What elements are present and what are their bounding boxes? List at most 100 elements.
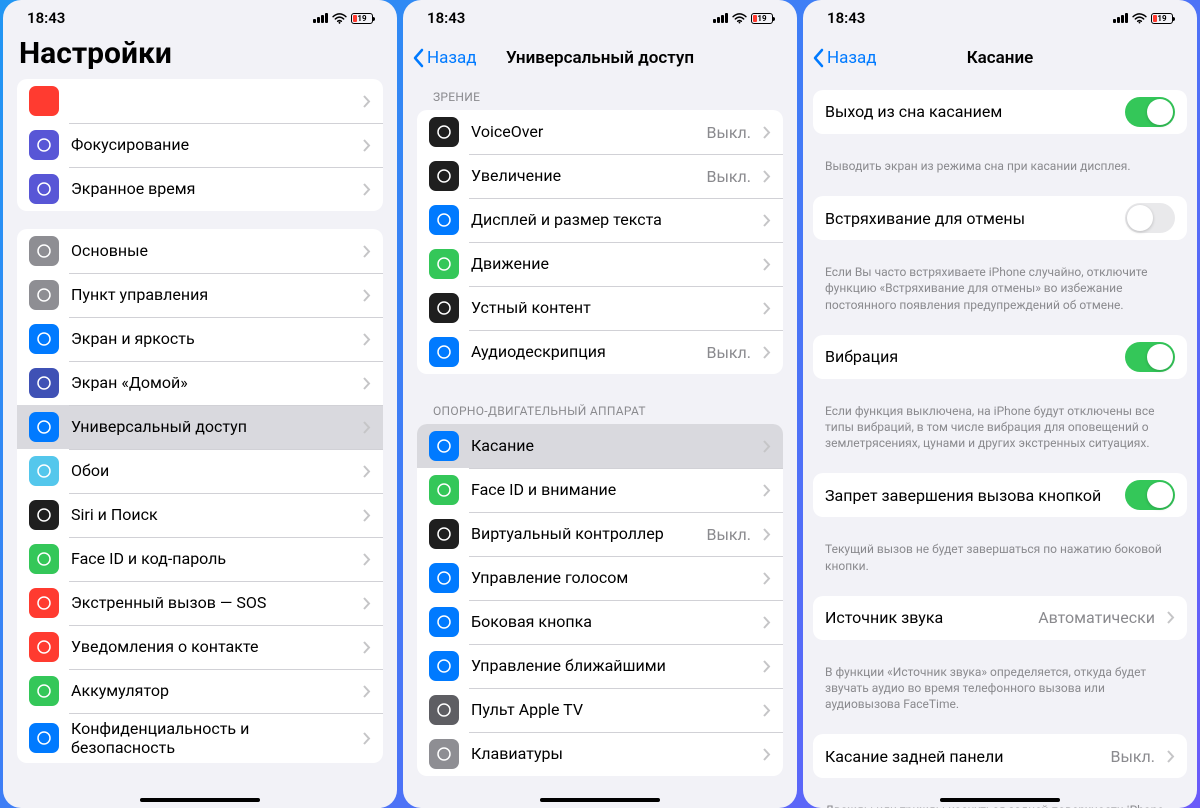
row-icon: [29, 544, 59, 574]
row-face-id-и-внимание[interactable]: Face ID и внимание: [417, 468, 783, 512]
row-value: Выкл.: [706, 123, 751, 142]
chevron-icon: [763, 440, 771, 453]
row-устный-контент[interactable]: Устный контент: [417, 286, 783, 330]
row-универсальный-доступ[interactable]: Универсальный доступ: [17, 405, 383, 449]
row-icon: [29, 632, 59, 662]
row-icon: [429, 607, 459, 637]
row-пункт-управления[interactable]: Пункт управления: [17, 273, 383, 317]
row-виртуальный-контроллер[interactable]: Виртуальный контроллерВыкл.: [417, 512, 783, 556]
row-label: Конфиденциальность и безопасность: [71, 719, 351, 757]
row-управление-голосом[interactable]: Управление голосом: [417, 556, 783, 600]
chevron-icon: [763, 528, 771, 541]
row-label: Аудиодескрипция: [471, 342, 694, 361]
row-icon: [429, 475, 459, 505]
row-label: Основные: [71, 241, 351, 260]
chevron-left-icon: [413, 48, 425, 68]
row-label: Пункт управления: [71, 285, 351, 304]
touch-list[interactable]: Выход из сна касанием Выводить экран из …: [803, 80, 1197, 808]
row-face-id-и-код-пароль[interactable]: Face ID и код-пароль: [17, 537, 383, 581]
chevron-icon: [1167, 611, 1175, 624]
row-icon: [429, 249, 459, 279]
chevron-icon: [363, 421, 371, 434]
status-right: 19: [713, 13, 773, 24]
chevron-icon: [763, 126, 771, 139]
row-label: VoiceOver: [471, 122, 694, 141]
row-уведомления-о-контакте[interactable]: Уведомления о контакте: [17, 625, 383, 669]
group-vision: VoiceOver Выкл. УвеличениеВыкл.Дисплей и р…: [417, 110, 783, 374]
home-indicator[interactable]: [940, 798, 1060, 802]
chevron-icon: [363, 641, 371, 654]
row-конфиденциальность-и-безопасность[interactable]: Конфиденциальность и безопасность: [17, 713, 383, 763]
toggle-wake[interactable]: [1125, 97, 1175, 127]
row-label: Боковая кнопка: [471, 612, 751, 631]
chevron-icon: [363, 732, 371, 745]
row-экран-домой-[interactable]: Экран «Домой»: [17, 361, 383, 405]
home-indicator[interactable]: [540, 798, 660, 802]
back-button[interactable]: Назад: [813, 48, 877, 68]
phone-settings: 18:43 19 Настройки ФокусированиеЭкранное…: [3, 0, 397, 808]
row-управление-ближайшими[interactable]: Управление ближайшими: [417, 644, 783, 688]
footer-prevent-lock: Текущий вызов не будет завершаться по на…: [803, 535, 1197, 573]
row-увеличение[interactable]: УвеличениеВыкл.: [417, 154, 783, 198]
settings-list[interactable]: ФокусированиеЭкранное время Основные Пунк…: [3, 79, 397, 808]
group-partial: ФокусированиеЭкранное время: [17, 79, 383, 211]
row-клавиатуры[interactable]: Клавиатуры: [417, 732, 783, 776]
row-icon: [29, 500, 59, 530]
accessibility-list[interactable]: ЗРЕНИЕ VoiceOverВыкл.УвеличениеВыкл.Дисп…: [403, 80, 797, 808]
chevron-icon: [363, 95, 371, 108]
row-icon: [429, 293, 459, 323]
row-icon: [29, 236, 59, 266]
wifi-icon: [732, 13, 747, 24]
row-vibration[interactable]: Вибрация: [813, 335, 1187, 379]
phone-accessibility: 18:43 19 Назад Универсальный доступ ЗРЕН…: [403, 0, 797, 808]
wifi-icon: [1132, 13, 1147, 24]
row-icon: [29, 130, 59, 160]
row-Фокусирование[interactable]: Фокусирование: [17, 123, 383, 167]
row-label: Пульт Apple TV: [471, 700, 751, 719]
row-icon: [29, 723, 59, 753]
chevron-icon: [763, 258, 771, 271]
toggle-shake[interactable]: [1125, 203, 1175, 233]
row-касание[interactable]: Касание: [417, 424, 783, 468]
row-аккумулятор[interactable]: Аккумулятор: [17, 669, 383, 713]
row-дисплей-и-размер-текста[interactable]: Дисплей и размер текста: [417, 198, 783, 242]
row-wake-on-tap[interactable]: Выход из сна касанием: [813, 90, 1187, 134]
nav-bar: Назад Касание: [803, 36, 1197, 80]
toggle-vibration[interactable]: [1125, 342, 1175, 372]
home-indicator[interactable]: [140, 798, 260, 802]
row-back-tap[interactable]: Касание задней панелиВыкл.: [813, 734, 1187, 778]
row-icon: [429, 563, 459, 593]
row-truncated[interactable]: [17, 79, 383, 123]
signal-icon: [1113, 13, 1128, 23]
chevron-icon: [763, 302, 771, 315]
row-audio-routing[interactable]: Источник звукаАвтоматически: [813, 596, 1187, 640]
row-shake-undo[interactable]: Встряхивание для отмены: [813, 196, 1187, 240]
row-icon: [29, 412, 59, 442]
row-siri-и-поиск[interactable]: Siri и Поиск: [17, 493, 383, 537]
row-экстренный-вызов-sos[interactable]: Экстренный вызов — SOS: [17, 581, 383, 625]
row-основные[interactable]: Основные: [17, 229, 383, 273]
chevron-icon: [363, 597, 371, 610]
back-button[interactable]: Назад: [413, 48, 477, 68]
row-prevent-lock[interactable]: Запрет завершения вызова кнопкой: [813, 473, 1187, 517]
row-движение[interactable]: Движение: [417, 242, 783, 286]
footer-vibration: Если функция выключена, на iPhone будут …: [803, 397, 1197, 452]
chevron-icon: [363, 465, 371, 478]
row-обои[interactable]: Обои: [17, 449, 383, 493]
row-Экранное время[interactable]: Экранное время: [17, 167, 383, 211]
row-пульт-apple-tv[interactable]: Пульт Apple TV: [417, 688, 783, 732]
row-icon: [429, 651, 459, 681]
row-label: Экстренный вызов — SOS: [71, 593, 351, 612]
toggle-prevent-lock[interactable]: [1125, 480, 1175, 510]
status-time: 18:43: [427, 9, 465, 27]
row-icon: [29, 174, 59, 204]
row-боковая-кнопка[interactable]: Боковая кнопка: [417, 600, 783, 644]
chevron-icon: [763, 660, 771, 673]
chevron-icon: [363, 183, 371, 196]
row-аудиодескрипция[interactable]: АудиодескрипцияВыкл.: [417, 330, 783, 374]
signal-icon: [713, 13, 728, 23]
row-экран-и-яркость[interactable]: Экран и яркость: [17, 317, 383, 361]
row-voiceover[interactable]: VoiceOver Выкл.: [417, 110, 783, 154]
row-icon: [429, 205, 459, 235]
group-general: ОсновныеПункт управленияЭкран и яркостьЭ…: [17, 229, 383, 763]
